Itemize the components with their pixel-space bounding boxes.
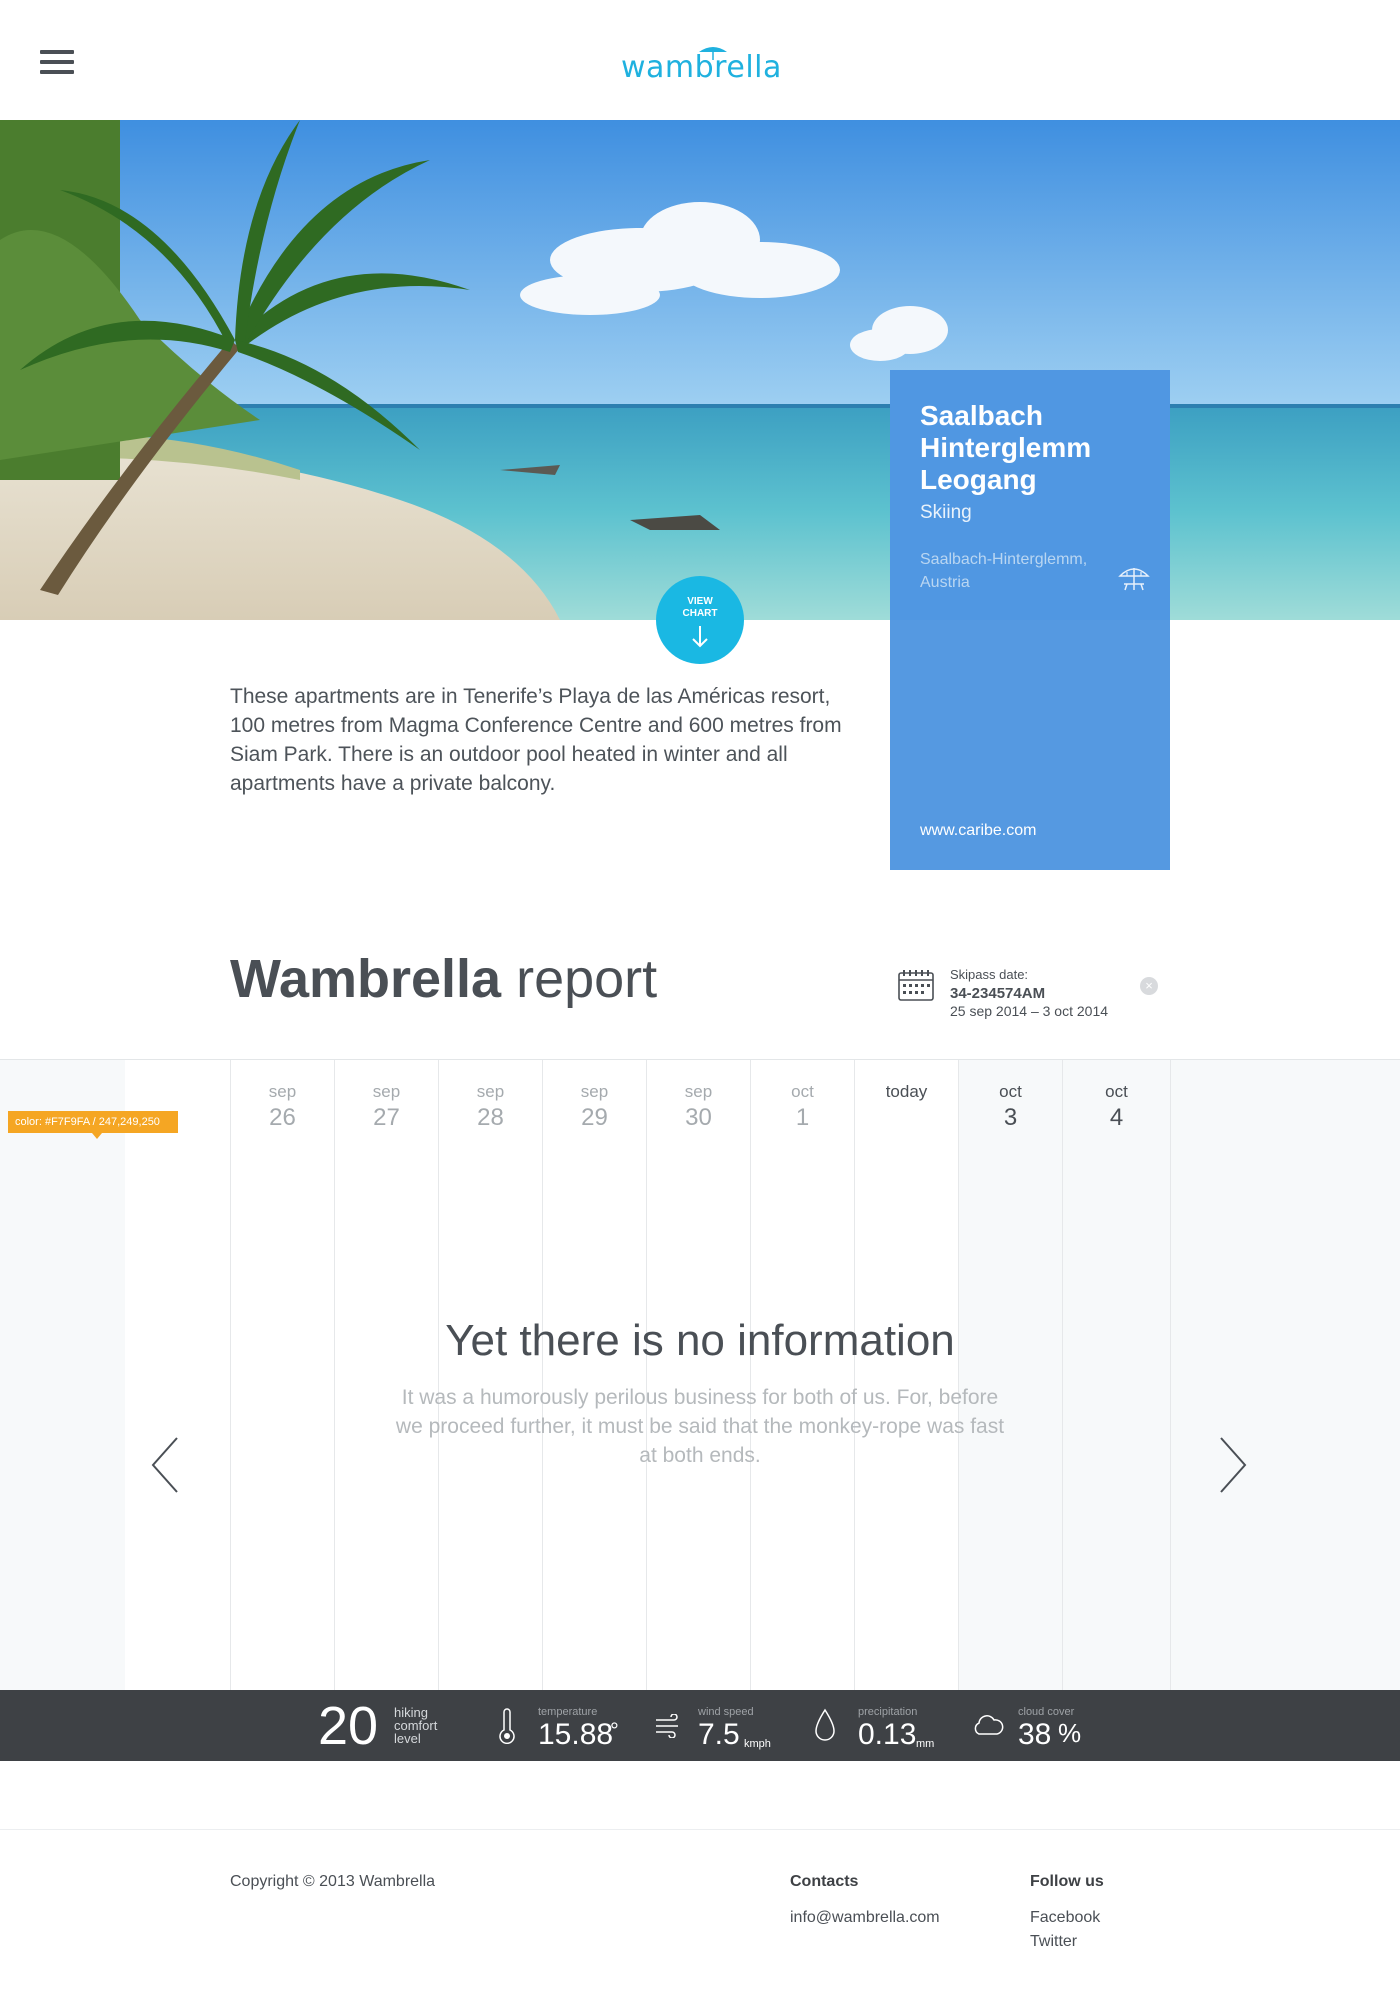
day-column[interactable]: sep 30 (646, 1060, 750, 1691)
report-title-brand: Wambrella (230, 949, 502, 1009)
wind-speed-stat: wind speed 7.5 kmph (654, 1690, 794, 1761)
logo[interactable]: wambrella (617, 44, 783, 88)
calendar-divider (1170, 1060, 1171, 1691)
temperature-stat: temperature 15.88 ° (496, 1690, 636, 1761)
thermometer-icon (499, 1708, 515, 1744)
site-header: wambrella (0, 0, 1400, 120)
raindrop-icon (815, 1708, 835, 1741)
day-column[interactable]: sep 26 (230, 1060, 334, 1691)
cloud-cover-value: 38 (1018, 1718, 1052, 1751)
location-website-link[interactable]: www.caribe.com (920, 822, 1036, 840)
day-column[interactable]: sep 29 (542, 1060, 646, 1691)
view-chart-label-line: CHART (682, 608, 718, 619)
day-number: 27 (373, 1104, 400, 1131)
day-number: 29 (581, 1104, 608, 1131)
precipitation-label: precipitation (858, 1706, 918, 1718)
follow-us-heading: Follow us (1030, 1873, 1104, 1890)
precipitation-stat: precipitation 0.13 mm (814, 1690, 954, 1761)
hamburger-menu-icon[interactable] (40, 50, 74, 74)
footer-divider (0, 1829, 1400, 1830)
location-address-line: Austria (920, 574, 970, 591)
location-title-line: Hinterglemm (920, 432, 1092, 463)
property-description: These apartments are in Tenerife’s Playa… (230, 685, 842, 795)
temperature-value: 15.88 (538, 1718, 614, 1751)
copyright: Copyright © 2013 Wambrella (230, 1873, 436, 1890)
day-month: sep (476, 1082, 505, 1101)
day-month: sep (580, 1082, 609, 1101)
wind-value: 7.5 (698, 1718, 740, 1751)
wind-icon (656, 1714, 678, 1738)
chevron-left-icon[interactable] (150, 1436, 180, 1494)
day-column[interactable]: sep 28 (438, 1060, 542, 1691)
day-number: 3 (1003, 1104, 1018, 1131)
report-title: Wambrella report (230, 948, 657, 1010)
location-title: Saalbach Hinterglemm Leogang (920, 400, 1150, 496)
comfort-value: 20 (318, 1696, 379, 1756)
view-chart-label-line: VIEW (687, 596, 713, 607)
day-column[interactable]: sep 27 (334, 1060, 438, 1691)
day-column[interactable]: oct 4 (1062, 1060, 1170, 1691)
cloud-cover-unit: % (1058, 1718, 1082, 1748)
report-title-suffix: report (501, 949, 658, 1009)
cloud-cover-label: cloud cover (1018, 1706, 1075, 1718)
arrow-down-icon (692, 626, 708, 648)
cloud-icon (974, 1715, 1004, 1735)
location-title-line: Saalbach (920, 400, 1043, 431)
location-title-line: Leogang (920, 464, 1037, 495)
comfort-label: hiking comfort level (394, 1706, 464, 1745)
temperature-unit: ° (610, 1718, 619, 1743)
day-number: 1 (795, 1104, 810, 1131)
forecast-calendar: color: #F7F9FA / 247,249,250 sep 26 sep … (0, 1059, 1400, 1691)
wind-label: wind speed (698, 1706, 754, 1718)
calendar-icon (898, 970, 934, 1001)
day-number: 30 (685, 1104, 712, 1131)
location-address-line: Saalbach-Hinterglemm, (920, 551, 1088, 568)
day-month: oct (1105, 1082, 1128, 1101)
chevron-right-icon[interactable] (1218, 1436, 1248, 1494)
skipass-date: Skipass date: 34-234574AM 25 sep 2014 – … (898, 967, 1158, 1027)
skipass-label: Skipass date: (950, 967, 1029, 982)
precipitation-unit: mm (916, 1738, 935, 1750)
day-month: oct (999, 1082, 1022, 1101)
day-month: sep (268, 1082, 297, 1101)
color-annotation: color: #F7F9FA / 247,249,250 (8, 1111, 178, 1139)
comfort-level-stat: 20 hiking comfort level (318, 1690, 468, 1761)
precipitation-value: 0.13 (858, 1718, 917, 1751)
skipass-code: 34-234574AM (950, 985, 1046, 1002)
view-chart-button[interactable]: VIEW CHART (656, 576, 744, 664)
location-address: Saalbach-Hinterglemm, Austria (920, 548, 1120, 594)
day-month: today (885, 1082, 928, 1101)
cloud-cover-stat: cloud cover 38 % (972, 1690, 1112, 1761)
empty-state-text: It was a humorously perilous business fo… (395, 1386, 1005, 1467)
activity-label: Skiing (920, 502, 972, 523)
wind-unit: kmph (744, 1738, 771, 1750)
temperature-label: temperature (538, 1706, 598, 1718)
day-number: 28 (477, 1104, 504, 1131)
comfort-label-line: level (394, 1731, 421, 1746)
empty-state-title: Yet there is no information (445, 1316, 955, 1365)
day-month: oct (791, 1082, 814, 1101)
day-month: sep (684, 1082, 713, 1101)
twitter-link[interactable]: Twitter (1030, 1933, 1077, 1951)
view-chart-label: VIEW CHART (656, 596, 744, 620)
skipass-range: 25 sep 2014 – 3 oct 2014 (950, 1003, 1109, 1019)
clear-date-button[interactable]: × (1140, 977, 1158, 995)
logo-text: wambrella (621, 50, 782, 85)
location-card: Saalbach Hinterglemm Leogang Skiing Saal… (890, 370, 1170, 870)
day-column[interactable]: oct 3 (958, 1060, 1062, 1691)
day-number: 4 (1109, 1104, 1124, 1131)
beach-umbrella-icon (1118, 568, 1150, 591)
day-month: sep (372, 1082, 401, 1101)
day-column-today[interactable]: today (854, 1060, 958, 1691)
contacts-heading: Contacts (790, 1873, 859, 1890)
weather-stats-bar: 20 hiking comfort level temperature 15.8… (0, 1690, 1400, 1761)
contact-email-link[interactable]: info@wambrella.com (790, 1909, 940, 1927)
hero-image (0, 120, 1400, 620)
facebook-link[interactable]: Facebook (1030, 1909, 1100, 1927)
day-number: 26 (269, 1104, 296, 1131)
day-column[interactable]: oct 1 (750, 1060, 854, 1691)
